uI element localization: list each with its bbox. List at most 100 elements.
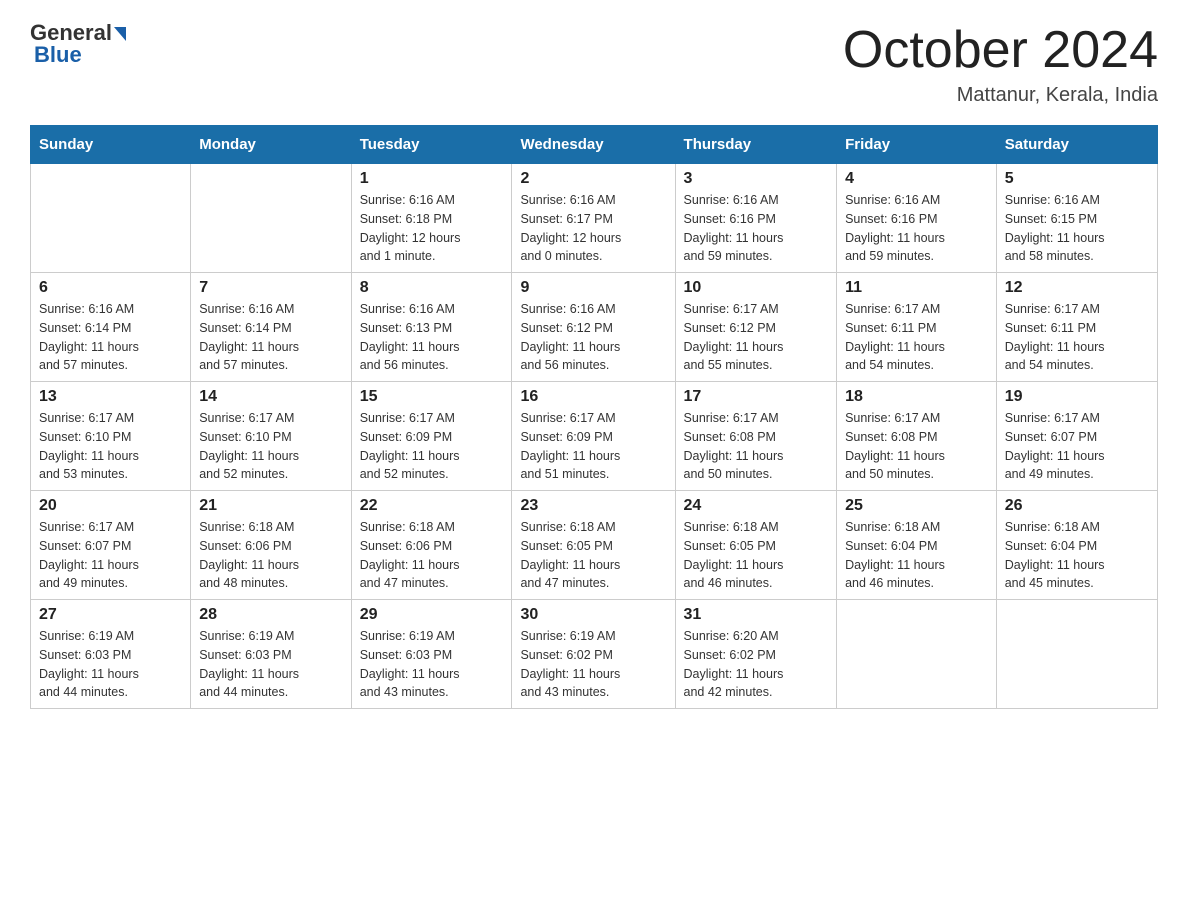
day-number: 31 — [684, 606, 829, 624]
calendar-header: SundayMondayTuesdayWednesdayThursdayFrid… — [31, 126, 1158, 164]
day-info: Sunrise: 6:17 AM Sunset: 6:12 PM Dayligh… — [684, 300, 829, 375]
calendar-cell: 31 Sunrise: 6:20 AM Sunset: 6:02 PM Dayli… — [675, 600, 837, 709]
day-info: Sunrise: 6:19 AM Sunset: 6:03 PM Dayligh… — [39, 627, 182, 702]
day-info: Sunrise: 6:17 AM Sunset: 6:08 PM Dayligh… — [845, 409, 988, 484]
day-info: Sunrise: 6:18 AM Sunset: 6:06 PM Dayligh… — [360, 518, 504, 593]
day-info: Sunrise: 6:17 AM Sunset: 6:11 PM Dayligh… — [1005, 300, 1149, 375]
day-info: Sunrise: 6:16 AM Sunset: 6:14 PM Dayligh… — [199, 300, 342, 375]
day-number: 21 — [199, 497, 342, 515]
calendar-cell: 2 Sunrise: 6:16 AM Sunset: 6:17 PM Daylig… — [512, 164, 675, 273]
day-number: 17 — [684, 388, 829, 406]
calendar-cell: 12 Sunrise: 6:17 AM Sunset: 6:11 PM Dayli… — [996, 273, 1157, 382]
calendar-cell: 24Sunrise: 6:18 AM Sunset: 6:05 PM Dayli… — [675, 491, 837, 600]
calendar-cell: 25 Sunrise: 6:18 AM Sunset: 6:04 PM Dayli… — [837, 491, 997, 600]
calendar-cell: 14Sunrise: 6:17 AM Sunset: 6:10 PM Dayli… — [191, 382, 351, 491]
day-of-week-header: Sunday — [31, 126, 191, 164]
calendar-cell: 3 Sunrise: 6:16 AM Sunset: 6:16 PM Daylig… — [675, 164, 837, 273]
day-number: 3 — [684, 170, 829, 188]
calendar-cell: 8 Sunrise: 6:16 AM Sunset: 6:13 PM Daylig… — [351, 273, 512, 382]
calendar-week-row: 13 Sunrise: 6:17 AM Sunset: 6:10 PM Dayli… — [31, 382, 1158, 491]
day-number: 24 — [684, 497, 829, 515]
day-info: Sunrise: 6:16 AM Sunset: 6:14 PM Dayligh… — [39, 300, 182, 375]
day-number: 2 — [520, 170, 666, 188]
day-info: Sunrise: 6:16 AM Sunset: 6:13 PM Dayligh… — [360, 300, 504, 375]
day-number: 6 — [39, 279, 182, 297]
day-info: Sunrise: 6:17 AM Sunset: 6:11 PM Dayligh… — [845, 300, 988, 375]
day-of-week-header: Wednesday — [512, 126, 675, 164]
calendar-week-row: 27 Sunrise: 6:19 AM Sunset: 6:03 PM Dayli… — [31, 600, 1158, 709]
calendar-cell: 29 Sunrise: 6:19 AM Sunset: 6:03 PM Dayli… — [351, 600, 512, 709]
day-number: 28 — [199, 606, 342, 624]
day-number: 1 — [360, 170, 504, 188]
day-info: Sunrise: 6:19 AM Sunset: 6:02 PM Dayligh… — [520, 627, 666, 702]
day-of-week-header: Friday — [837, 126, 997, 164]
day-number: 30 — [520, 606, 666, 624]
day-number: 27 — [39, 606, 182, 624]
calendar-cell: 15Sunrise: 6:17 AM Sunset: 6:09 PM Dayli… — [351, 382, 512, 491]
day-info: Sunrise: 6:16 AM Sunset: 6:17 PM Dayligh… — [520, 191, 666, 266]
calendar-cell: 30 Sunrise: 6:19 AM Sunset: 6:02 PM Dayli… — [512, 600, 675, 709]
day-info: Sunrise: 6:20 AM Sunset: 6:02 PM Dayligh… — [684, 627, 829, 702]
calendar-cell: 5 Sunrise: 6:16 AM Sunset: 6:15 PM Daylig… — [996, 164, 1157, 273]
calendar-cell — [31, 164, 191, 273]
location: Mattanur, Kerala, India — [843, 84, 1158, 107]
day-number: 9 — [520, 279, 666, 297]
day-number: 20 — [39, 497, 182, 515]
calendar-week-row: 1 Sunrise: 6:16 AM Sunset: 6:18 PM Daylig… — [31, 164, 1158, 273]
day-number: 4 — [845, 170, 988, 188]
day-number: 29 — [360, 606, 504, 624]
calendar-cell: 19 Sunrise: 6:17 AM Sunset: 6:07 PM Dayli… — [996, 382, 1157, 491]
calendar-cell: 18 Sunrise: 6:17 AM Sunset: 6:08 PM Dayli… — [837, 382, 997, 491]
page-header: General Blue October 2024 Mattanur, Kera… — [30, 20, 1158, 107]
calendar-cell: 27 Sunrise: 6:19 AM Sunset: 6:03 PM Dayli… — [31, 600, 191, 709]
day-number: 23 — [520, 497, 666, 515]
day-number: 11 — [845, 279, 988, 297]
calendar-cell — [191, 164, 351, 273]
day-number: 16 — [520, 388, 666, 406]
day-number: 10 — [684, 279, 829, 297]
day-info: Sunrise: 6:17 AM Sunset: 6:07 PM Dayligh… — [39, 518, 182, 593]
day-number: 5 — [1005, 170, 1149, 188]
calendar-cell: 21 Sunrise: 6:18 AM Sunset: 6:06 PM Dayli… — [191, 491, 351, 600]
day-of-week-header: Thursday — [675, 126, 837, 164]
calendar-cell: 22 Sunrise: 6:18 AM Sunset: 6:06 PM Dayli… — [351, 491, 512, 600]
day-of-week-header: Monday — [191, 126, 351, 164]
day-number: 26 — [1005, 497, 1149, 515]
day-info: Sunrise: 6:19 AM Sunset: 6:03 PM Dayligh… — [360, 627, 504, 702]
day-number: 25 — [845, 497, 988, 515]
calendar-cell: 9Sunrise: 6:16 AM Sunset: 6:12 PM Daylig… — [512, 273, 675, 382]
day-info: Sunrise: 6:16 AM Sunset: 6:16 PM Dayligh… — [845, 191, 988, 266]
day-info: Sunrise: 6:16 AM Sunset: 6:15 PM Dayligh… — [1005, 191, 1149, 266]
day-number: 12 — [1005, 279, 1149, 297]
day-number: 13 — [39, 388, 182, 406]
calendar-cell: 17 Sunrise: 6:17 AM Sunset: 6:08 PM Dayli… — [675, 382, 837, 491]
day-info: Sunrise: 6:17 AM Sunset: 6:09 PM Dayligh… — [520, 409, 666, 484]
day-number: 18 — [845, 388, 988, 406]
day-info: Sunrise: 6:18 AM Sunset: 6:04 PM Dayligh… — [845, 518, 988, 593]
calendar-cell: 28 Sunrise: 6:19 AM Sunset: 6:03 PM Dayli… — [191, 600, 351, 709]
calendar-cell: 20 Sunrise: 6:17 AM Sunset: 6:07 PM Dayli… — [31, 491, 191, 600]
calendar-cell: 26 Sunrise: 6:18 AM Sunset: 6:04 PM Dayli… — [996, 491, 1157, 600]
calendar-cell — [996, 600, 1157, 709]
day-info: Sunrise: 6:17 AM Sunset: 6:08 PM Dayligh… — [684, 409, 829, 484]
day-number: 8 — [360, 279, 504, 297]
day-info: Sunrise: 6:16 AM Sunset: 6:16 PM Dayligh… — [684, 191, 829, 266]
day-info: Sunrise: 6:19 AM Sunset: 6:03 PM Dayligh… — [199, 627, 342, 702]
day-number: 22 — [360, 497, 504, 515]
day-info: Sunrise: 6:17 AM Sunset: 6:10 PM Dayligh… — [199, 409, 342, 484]
calendar-week-row: 6 Sunrise: 6:16 AM Sunset: 6:14 PM Daylig… — [31, 273, 1158, 382]
calendar-cell: 16 Sunrise: 6:17 AM Sunset: 6:09 PM Dayli… — [512, 382, 675, 491]
day-number: 7 — [199, 279, 342, 297]
day-info: Sunrise: 6:17 AM Sunset: 6:10 PM Dayligh… — [39, 409, 182, 484]
calendar-cell: 11 Sunrise: 6:17 AM Sunset: 6:11 PM Dayli… — [837, 273, 997, 382]
day-info: Sunrise: 6:17 AM Sunset: 6:07 PM Dayligh… — [1005, 409, 1149, 484]
calendar-cell: 7 Sunrise: 6:16 AM Sunset: 6:14 PM Daylig… — [191, 273, 351, 382]
day-info: Sunrise: 6:16 AM Sunset: 6:18 PM Dayligh… — [360, 191, 504, 266]
day-number: 15 — [360, 388, 504, 406]
day-number: 19 — [1005, 388, 1149, 406]
logo: General Blue — [30, 20, 126, 68]
title-block: October 2024 Mattanur, Kerala, India — [843, 20, 1158, 107]
day-info: Sunrise: 6:18 AM Sunset: 6:04 PM Dayligh… — [1005, 518, 1149, 593]
day-info: Sunrise: 6:18 AM Sunset: 6:06 PM Dayligh… — [199, 518, 342, 593]
logo-arrow-icon — [114, 27, 126, 41]
